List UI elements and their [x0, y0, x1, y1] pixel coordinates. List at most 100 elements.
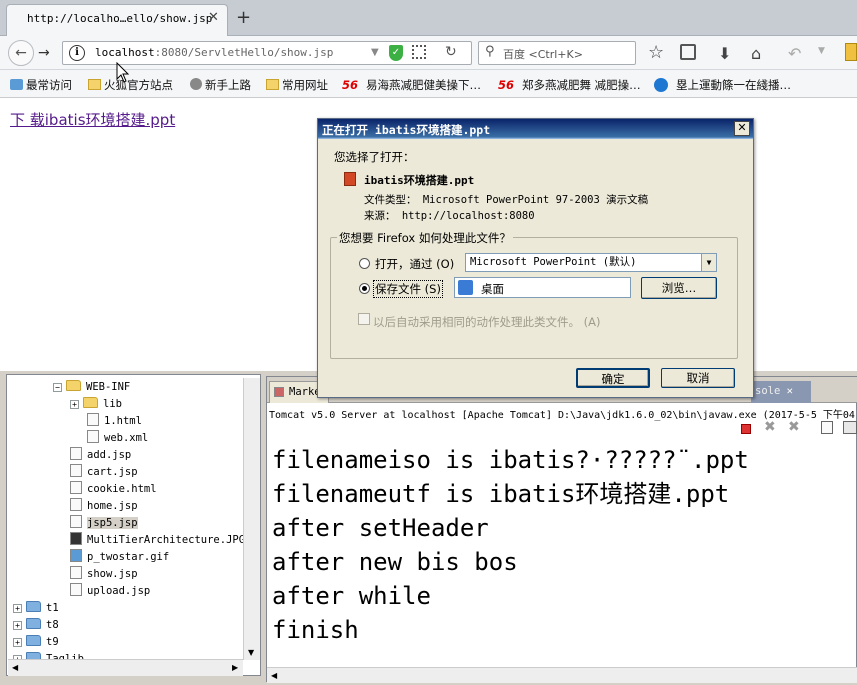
tree-item-jsp5-jsp[interactable]: jsp5.jsp [70, 515, 138, 531]
save-location-field[interactable]: 桌面 [454, 277, 631, 298]
download-link[interactable]: 下 载ibatis环境搭建.ppt [10, 109, 175, 130]
bookmark-label: 最常访问 [26, 78, 72, 92]
open-with-radio[interactable] [359, 258, 370, 269]
bookmark-video-1[interactable]: 56 易海燕减肥健美操下… [342, 77, 481, 93]
scroll-right-icon[interactable]: ▶ [232, 663, 238, 672]
tab-label: Marke [289, 386, 321, 398]
bookmark-common-sites[interactable]: 常用网址 [266, 77, 328, 93]
chevron-down-icon[interactable]: ▼ [701, 254, 716, 271]
file-source: 来源： http://localhost:8080 [364, 210, 535, 222]
scroll-left-icon[interactable]: ◀ [271, 671, 277, 680]
bookmark-most-visited[interactable]: 最常访问 [10, 77, 72, 93]
horizontal-scrollbar[interactable]: ◀ [267, 667, 857, 683]
scroll-down-icon[interactable]: ▼ [248, 648, 254, 657]
tree-item-show-jsp[interactable]: show.jsp [70, 566, 138, 582]
cancel-button[interactable]: 取消 [661, 368, 735, 388]
tree-item-label: WEB-INF [86, 381, 131, 393]
ok-button[interactable]: 确定 [576, 368, 650, 388]
browser-tab[interactable]: http://localho…ello/show.jsp ✕ [6, 4, 228, 36]
reload-icon[interactable]: ↻ [445, 44, 457, 60]
remove-launch-icon[interactable]: ✖ [764, 419, 776, 435]
forward-icon[interactable]: → [38, 45, 50, 61]
close-icon[interactable]: ✕ [787, 385, 793, 397]
tree-item-lib[interactable]: + lib [70, 396, 122, 412]
download-icon[interactable]: ⬇ [718, 44, 731, 63]
expand-icon[interactable]: + [70, 400, 79, 409]
scroll-lock-icon[interactable] [843, 421, 857, 434]
project-icon [26, 618, 41, 629]
close-tab-icon[interactable]: ✕ [208, 10, 219, 25]
tree-item-1-html[interactable]: 1.html [87, 413, 142, 429]
info-icon[interactable]: i [69, 45, 85, 61]
remove-all-icon[interactable]: ✖ [788, 419, 800, 435]
tree-item-label: lib [103, 398, 122, 410]
collapse-icon[interactable]: − [53, 383, 62, 392]
new-tab-button[interactable]: + [236, 7, 251, 28]
url-path: :8080/ServletHello/show.jsp [154, 46, 334, 59]
search-bar[interactable]: ⚲ 百度 <Ctrl+K> [478, 41, 636, 65]
tree-item-t9[interactable]: + t9 [13, 634, 59, 650]
bookmark-icon [10, 79, 23, 90]
expand-icon[interactable]: + [13, 638, 22, 647]
tree-item-label: 1.html [104, 415, 142, 427]
shield-icon[interactable]: ✓ [389, 45, 403, 61]
tree-item-home-jsp[interactable]: home.jsp [70, 498, 138, 514]
vertical-scrollbar[interactable]: ▼ [243, 378, 260, 660]
open-with-select[interactable]: Microsoft PowerPoint (默认) ▼ [465, 253, 717, 272]
clear-console-icon[interactable] [821, 421, 833, 434]
scroll-left-icon[interactable]: ◀ [12, 663, 18, 672]
tree-item-t8[interactable]: + t8 [13, 617, 59, 633]
bookmark-video-3[interactable]: 塁上運動篨一在綫播… [654, 77, 791, 93]
expand-icon[interactable]: + [13, 604, 22, 613]
tree-item-web-xml[interactable]: web.xml [87, 430, 148, 446]
browse-button[interactable]: 浏览… [641, 277, 717, 299]
tree-item-t1[interactable]: + t1 [13, 600, 59, 616]
tab-title: http://localho…ello/show.jsp [27, 12, 213, 25]
url-text[interactable]: localhost:8080/ServletHello/show.jsp [95, 46, 333, 59]
xml-file-icon [87, 430, 99, 443]
bookmark-label: 新手上路 [205, 78, 251, 92]
star-icon[interactable]: ☆ [648, 42, 664, 63]
bookmark-video-2[interactable]: 56 郑多燕减肥舞 减肥操… [498, 77, 641, 93]
video-site-icon: 56 [342, 78, 359, 92]
undo-icon[interactable]: ↶ [788, 44, 801, 63]
tree-item-cart-jsp[interactable]: cart.jsp [70, 464, 138, 480]
expand-icon[interactable]: + [13, 621, 22, 630]
console-line: after setHeader [272, 514, 489, 542]
bookmark-label: 塁上運動篨一在綫播… [676, 78, 791, 92]
tree-item-add-jsp[interactable]: add.jsp [70, 447, 131, 463]
bookmark-label: 常用网址 [282, 78, 328, 92]
bookmark-getting-started[interactable]: 新手上路 [190, 77, 251, 93]
bookmark-firefox-sites[interactable]: 火狐官方站点 [88, 77, 173, 93]
tree-item-cookie-html[interactable]: cookie.html [70, 481, 157, 497]
qr-code-icon[interactable] [412, 45, 426, 59]
project-icon [26, 635, 41, 646]
search-placeholder: 百度 <Ctrl+K> [503, 48, 583, 61]
tree-item-label: cookie.html [87, 483, 157, 495]
back-icon[interactable]: ← [8, 40, 34, 66]
tree-item-web-inf[interactable]: − WEB-INF [53, 379, 130, 395]
dialog-intro: 您选择了打开： [334, 150, 415, 164]
open-with-value: Microsoft PowerPoint (默认) [470, 256, 637, 268]
tree-item-multitier-jpg[interactable]: MultiTierArchitecture.JPG [70, 532, 245, 548]
video-site-icon: 56 [498, 78, 515, 92]
dialog-titlebar[interactable]: 正在打开 ibatis环境搭建.ppt ✕ [318, 119, 753, 139]
dialog-title: 正在打开 ibatis环境搭建.ppt [322, 123, 491, 137]
console-line: filenameiso is ibatis?·?????¨.ppt [272, 446, 749, 474]
dialog-close-button[interactable]: ✕ [734, 121, 750, 136]
tree-item-label: jsp5.jsp [87, 517, 138, 529]
reading-list-icon[interactable] [680, 44, 696, 60]
mouse-cursor-icon [116, 62, 130, 83]
tree-item-upload-jsp[interactable]: upload.jsp [70, 583, 150, 599]
auto-action-checkbox[interactable] [358, 313, 370, 325]
puzzle-icon[interactable] [845, 43, 857, 61]
tab-console[interactable]: sole ✕ [751, 381, 811, 403]
home-icon[interactable]: ⌂ [751, 44, 761, 63]
undo-dropdown-icon[interactable]: ▼ [818, 46, 825, 56]
dropdown-icon[interactable]: ▼ [371, 47, 379, 58]
tree-item-label: show.jsp [87, 568, 138, 580]
terminate-icon[interactable] [741, 424, 751, 434]
save-file-radio[interactable] [359, 283, 370, 294]
tree-item-p-twostar-gif[interactable]: p_twostar.gif [70, 549, 169, 565]
horizontal-scrollbar[interactable]: ◀ ▶ [8, 659, 243, 676]
